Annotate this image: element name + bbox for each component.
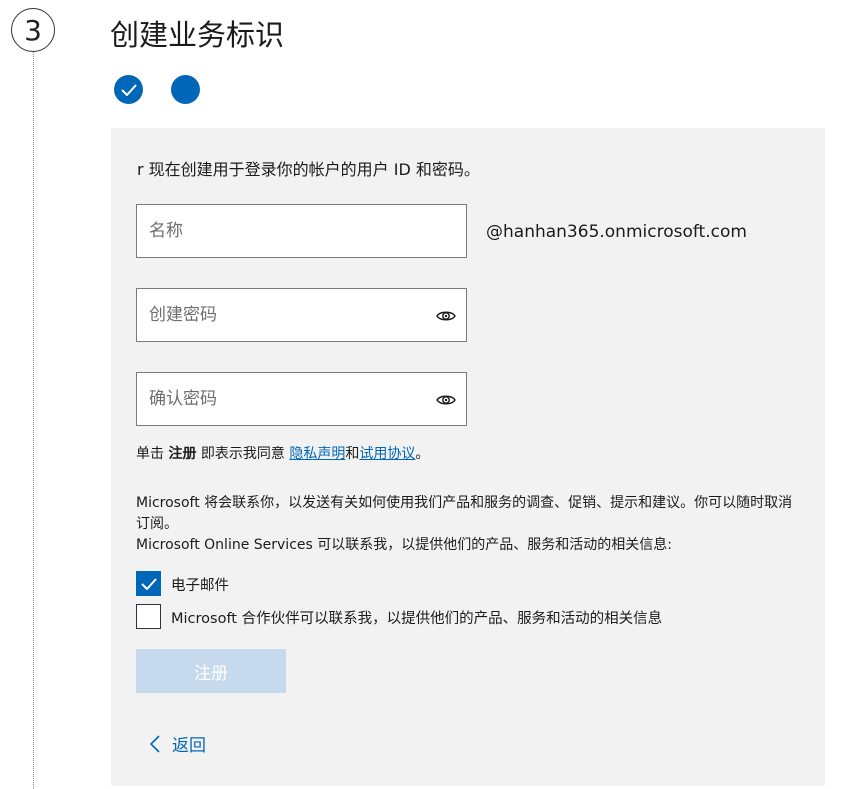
domain-suffix: @hanhan365.onmicrosoft.com [486,222,747,242]
partner-contact-checkbox-label[interactable]: Microsoft 合作伙伴可以联系我，以提供他们的产品、服务和活动的相关信息 [171,607,662,628]
check-icon [140,577,157,590]
contact-text-online-services: Microsoft Online Services 可以联系我，以提供他们的产品… [136,537,672,553]
confirm-password-field[interactable] [136,372,467,426]
check-icon [120,83,137,96]
username-input[interactable] [149,205,429,257]
back-link[interactable]: 返回 [150,731,206,756]
chevron-left-icon [150,734,160,753]
email-checkbox[interactable] [136,571,161,596]
progress-step-done [114,75,143,104]
contact-consent-text: Microsoft 将会联系你，以发送有关如何使用我们产品和服务的调查、促销、提… [136,493,806,556]
confirm-password-input[interactable] [149,373,429,425]
trial-agreement-link[interactable]: 试用协议 [359,446,415,462]
terms-conjunction: 和 [345,446,360,462]
terms-text: 单击 注册 即表示我同意 隐私声明和试用协议。 [136,443,429,463]
terms-action: 注册 [168,446,197,462]
page-title: 创建业务标识 [110,18,285,52]
step-timeline-line [33,52,34,789]
step-number: 3 [24,13,42,47]
form-intro-text: r 现在创建用于登录你的帐户的用户 ID 和密码。 [137,160,480,179]
contact-text-microsoft: Microsoft 将会联系你，以发送有关如何使用我们产品和服务的调查、促销、提… [136,495,793,532]
terms-suffix: 。 [415,446,430,462]
step-number-badge: 3 [11,8,55,52]
username-field[interactable] [136,204,467,258]
partner-contact-checkbox[interactable] [136,604,161,629]
password-input[interactable] [149,289,429,341]
terms-middle: 即表示我同意 [196,446,290,462]
privacy-statement-link[interactable]: 隐私声明 [289,446,345,462]
email-checkbox-label[interactable]: 电子邮件 [171,574,229,595]
register-button[interactable]: 注册 [136,649,286,693]
back-label: 返回 [172,736,206,756]
eye-icon[interactable] [436,306,456,326]
progress-step-current [171,75,200,104]
eye-icon[interactable] [436,390,456,410]
password-field[interactable] [136,288,467,342]
terms-prefix: 单击 [136,446,169,462]
